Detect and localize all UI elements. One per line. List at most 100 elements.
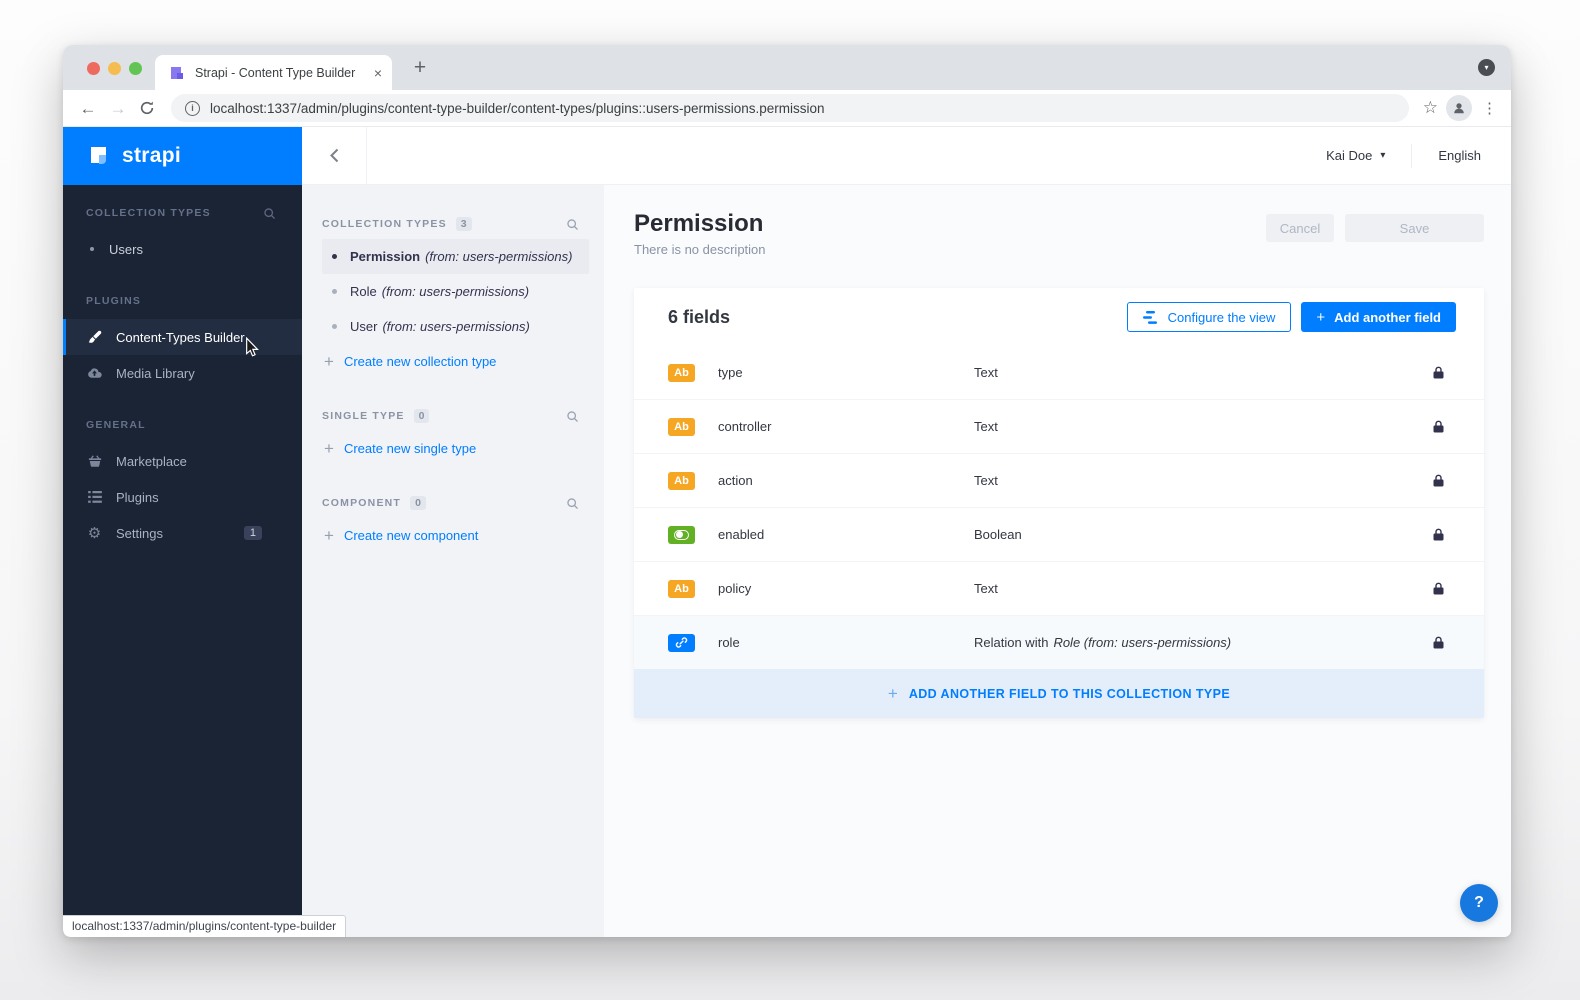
app-header: Kai Doe ▾ English: [302, 127, 1511, 185]
sidebar-item-media-library[interactable]: Media Library: [63, 355, 302, 391]
field-row-role[interactable]: role Relation with Role (from: users-per…: [634, 615, 1484, 669]
browser-tab[interactable]: Strapi - Content Type Builder ×: [155, 55, 392, 90]
url-text: localhost:1337/admin/plugins/content-typ…: [210, 101, 825, 116]
help-button[interactable]: ?: [1460, 884, 1498, 922]
address-bar[interactable]: i localhost:1337/admin/plugins/content-t…: [171, 94, 1409, 122]
plus-icon: +: [888, 684, 898, 704]
chevron-down-icon: ▾: [1380, 150, 1385, 161]
text-field-icon: Ab: [668, 580, 695, 598]
save-button[interactable]: Save: [1345, 214, 1484, 242]
search-icon[interactable]: [566, 497, 579, 510]
sidebar-item-marketplace[interactable]: Marketplace: [63, 443, 302, 479]
field-name: controller: [718, 419, 974, 434]
tab-strip: Strapi - Content Type Builder × + ▾: [63, 45, 1511, 90]
sidebar-item-label: Plugins: [116, 490, 159, 505]
page-subtitle: There is no description: [634, 242, 766, 257]
basket-icon: [86, 454, 103, 468]
single-type-count: 0: [414, 409, 430, 423]
type-origin: (from: users-permissions): [382, 284, 529, 299]
sidebar-item-label: Settings: [116, 526, 163, 541]
strapi-logo[interactable]: strapi: [63, 127, 302, 185]
bullet-dot: [332, 289, 337, 294]
plus-icon: +: [1316, 309, 1325, 326]
field-row-type[interactable]: Ab type Text: [634, 346, 1484, 399]
site-info-icon[interactable]: i: [185, 101, 200, 116]
lock-icon: [1433, 366, 1444, 379]
browser-menu-icon[interactable]: ⋮: [1482, 99, 1497, 117]
subnav-item-permission[interactable]: Permission (from: users-permissions): [322, 239, 589, 274]
page-title: Permission: [634, 210, 766, 238]
minimize-window-button[interactable]: [108, 62, 121, 75]
group-label-component: COMPONENT: [322, 497, 401, 509]
search-icon[interactable]: [263, 207, 276, 220]
field-row-controller[interactable]: Ab controller Text: [634, 399, 1484, 453]
header-right: Kai Doe ▾ English: [1326, 144, 1511, 168]
configure-view-button[interactable]: Configure the view: [1127, 302, 1292, 332]
cloud-upload-icon: [86, 367, 103, 379]
boolean-field-icon: [668, 526, 695, 544]
field-type: Text: [974, 419, 998, 434]
group-label-single-type: SINGLE TYPE: [322, 410, 405, 422]
search-icon[interactable]: [566, 218, 579, 231]
sidebar-item-settings[interactable]: ⚙ Settings 1: [63, 515, 302, 551]
browser-window: Strapi - Content Type Builder × + ▾ ← → …: [63, 45, 1511, 937]
field-row-policy[interactable]: Ab policy Text: [634, 561, 1484, 615]
relation-field-icon: [668, 634, 695, 652]
back-icon[interactable]: ←: [77, 100, 99, 117]
reload-icon[interactable]: [139, 100, 155, 116]
create-collection-type-link[interactable]: + Create new collection type: [324, 344, 604, 379]
subnav-item-user[interactable]: User (from: users-permissions): [322, 309, 589, 344]
browser-toolbar: ← → i localhost:1337/admin/plugins/conte…: [63, 90, 1511, 127]
plus-icon: +: [324, 352, 334, 372]
status-url-tooltip: localhost:1337/admin/plugins/content-typ…: [63, 915, 346, 937]
settings-badge: 1: [244, 526, 262, 540]
content-types-sidebar: COLLECTION TYPES 3 Permission (from: use…: [302, 185, 604, 937]
sidebar-section-plugins: PLUGINS: [86, 295, 141, 307]
collection-types-count: 3: [456, 217, 472, 231]
zoom-window-button[interactable]: [129, 62, 142, 75]
forward-icon[interactable]: →: [107, 100, 129, 117]
tab-search-button[interactable]: ▾: [1478, 59, 1495, 76]
field-type: Boolean: [974, 527, 1022, 542]
text-field-icon: Ab: [668, 472, 695, 490]
field-name: action: [718, 473, 974, 488]
window-controls: [87, 62, 142, 75]
strapi-favicon: [169, 65, 185, 81]
subnav-item-role[interactable]: Role (from: users-permissions): [322, 274, 589, 309]
create-component-link[interactable]: + Create new component: [324, 518, 604, 553]
type-name: Role: [350, 284, 377, 299]
gear-icon: ⚙: [86, 526, 103, 541]
lock-icon: [1433, 528, 1444, 541]
text-field-icon: Ab: [668, 418, 695, 436]
field-type: Text: [974, 365, 998, 380]
add-another-field-button[interactable]: + Add another field: [1301, 302, 1456, 332]
add-field-footer-button[interactable]: + ADD ANOTHER FIELD TO THIS COLLECTION T…: [634, 669, 1484, 718]
bookmark-star-icon[interactable]: ☆: [1423, 98, 1438, 118]
language-selector[interactable]: English: [1438, 148, 1481, 163]
field-type: Text: [974, 581, 998, 596]
type-name: Permission: [350, 249, 420, 264]
plus-icon: +: [324, 439, 334, 459]
text-field-icon: Ab: [668, 364, 695, 382]
search-icon[interactable]: [566, 410, 579, 423]
type-name: User: [350, 319, 377, 334]
create-single-type-link[interactable]: + Create new single type: [324, 431, 604, 466]
strapi-logo-icon: [88, 144, 112, 168]
person-icon: [1452, 101, 1466, 115]
new-tab-button[interactable]: +: [405, 53, 435, 83]
field-row-enabled[interactable]: enabled Boolean: [634, 507, 1484, 561]
sidebar-item-content-types-builder[interactable]: Content-Types Builder: [63, 319, 302, 355]
field-type: Relation with Role (from: users-permissi…: [974, 635, 1231, 650]
back-navigation-button[interactable]: [302, 127, 367, 184]
tab-close-icon[interactable]: ×: [374, 65, 382, 81]
type-origin: (from: users-permissions): [382, 319, 529, 334]
close-window-button[interactable]: [87, 62, 100, 75]
field-row-action[interactable]: Ab action Text: [634, 453, 1484, 507]
user-menu[interactable]: Kai Doe ▾: [1326, 148, 1385, 163]
chevron-left-icon: [330, 148, 339, 163]
sidebar-item-plugins[interactable]: Plugins: [63, 479, 302, 515]
cancel-button[interactable]: Cancel: [1266, 214, 1334, 242]
browser-profile-avatar[interactable]: [1446, 95, 1472, 121]
lock-icon: [1433, 420, 1444, 433]
sidebar-item-users[interactable]: Users: [63, 231, 302, 267]
